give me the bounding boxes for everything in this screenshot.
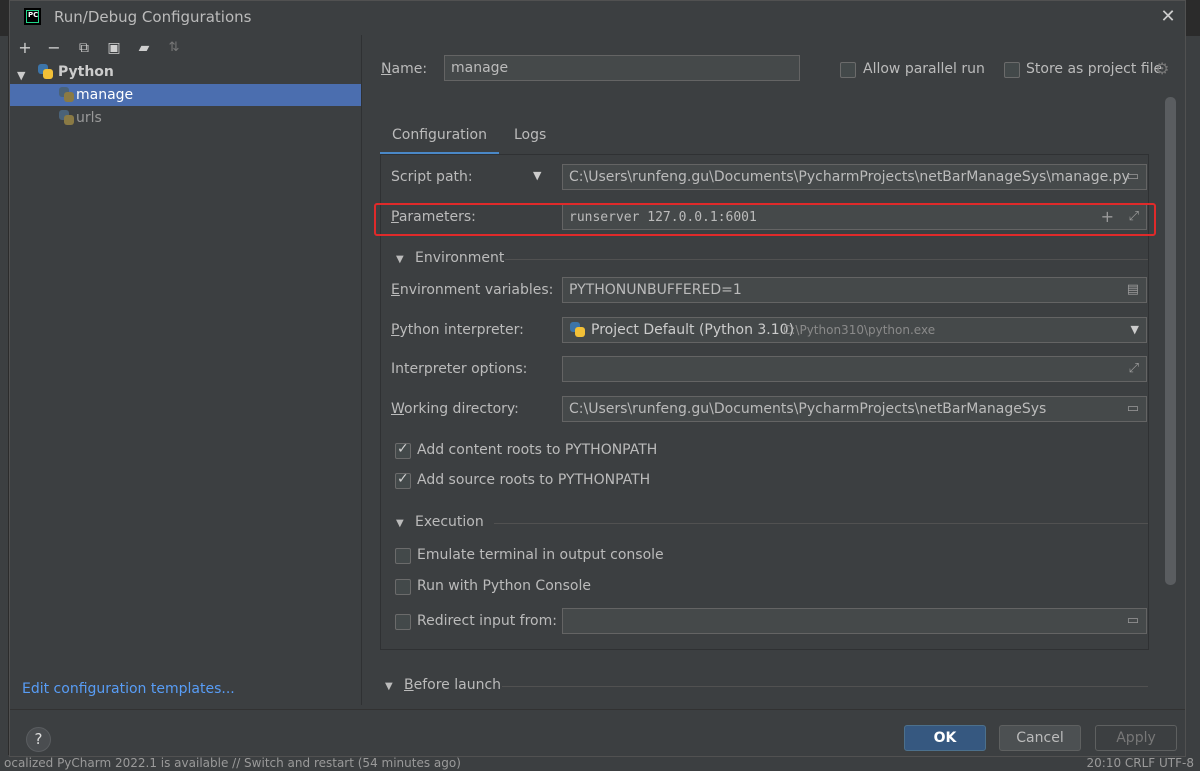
clipboard-icon[interactable]: ▤ (1127, 278, 1139, 302)
expand-icon[interactable]: ⤢ (1129, 357, 1139, 381)
emulate-terminal-label: Emulate terminal in output console (417, 547, 664, 563)
folder-icon[interactable]: ▭ (1127, 165, 1139, 189)
folder-icon[interactable]: ▭ (1127, 609, 1139, 633)
tree-item-urls[interactable]: urls (10, 107, 361, 129)
environment-section-title: Environment (415, 250, 505, 266)
interpreter-value: Project Default (Python 3.10) (591, 322, 795, 338)
interpreter-options-label: Interpreter options: (391, 361, 528, 377)
close-icon[interactable]: ✕ (1158, 7, 1178, 27)
folder-icon[interactable]: ▭ (1127, 397, 1139, 421)
interpreter-options-input[interactable]: ⤢ (562, 356, 1147, 382)
name-input[interactable]: manage (444, 55, 800, 81)
workdir-value: C:\Users\runfeng.gu\Documents\PycharmPro… (569, 401, 1047, 417)
chevron-down-icon[interactable]: ▼ (1131, 318, 1139, 342)
env-vars-label: Environment variables: (391, 282, 554, 298)
add-icon[interactable]: + (14, 37, 36, 59)
section-divider (494, 523, 1148, 524)
copy-icon[interactable]: ⧉ (73, 37, 95, 59)
store-project-checkbox[interactable] (1004, 62, 1020, 78)
cancel-button[interactable]: Cancel (999, 725, 1081, 751)
chevron-down-icon[interactable]: ▼ (385, 681, 393, 692)
remove-icon[interactable]: − (43, 37, 65, 59)
script-path-input[interactable]: C:\Users\runfeng.gu\Documents\PycharmPro… (562, 164, 1147, 190)
edit-templates-link[interactable]: Edit configuration templates... (22, 681, 235, 697)
source-roots-checkbox[interactable] (395, 471, 411, 489)
content-roots-checkbox[interactable] (395, 441, 411, 459)
workdir-label: Working directory: (391, 401, 519, 417)
section-divider (505, 259, 1148, 260)
gear-icon[interactable]: ⚙ (1155, 59, 1169, 78)
python-console-checkbox[interactable] (395, 579, 411, 595)
status-left-text: ocalized PyCharm 2022.1 is available // … (4, 756, 461, 770)
script-path-value: C:\Users\runfeng.gu\Documents\PycharmPro… (569, 169, 1130, 185)
vertical-scrollbar[interactable] (1165, 97, 1176, 585)
tab-configuration[interactable]: Configuration (380, 121, 499, 155)
panel-divider[interactable] (361, 35, 362, 705)
python-icon (570, 322, 585, 337)
new-folder-icon[interactable]: ▰ (133, 37, 155, 59)
python-file-icon (59, 110, 74, 125)
content-roots-label: Add content roots to PYTHONPATH (417, 442, 658, 458)
parameters-highlight-box (374, 203, 1156, 236)
env-vars-input[interactable]: PYTHONUNBUFFERED=1 ▤ (562, 277, 1147, 303)
script-path-label: Script path: (391, 169, 473, 185)
before-launch-title: Before launch (404, 677, 502, 693)
background-ide-right (1186, 36, 1200, 756)
run-debug-dialog: PC Run/Debug Configurations ✕ + − ⧉ ▣ ▰ … (9, 0, 1186, 757)
chevron-down-icon[interactable]: ▼ (396, 254, 404, 265)
apply-button[interactable]: Apply (1095, 725, 1177, 751)
env-vars-value: PYTHONUNBUFFERED=1 (569, 282, 742, 298)
python-console-label: Run with Python Console (417, 578, 592, 594)
footer-divider (10, 709, 1185, 710)
status-right-text: 20:10 CRLF UTF-8 (1086, 756, 1195, 770)
ide-status-bar: ocalized PyCharm 2022.1 is available // … (0, 755, 1200, 771)
tree-item-manage[interactable]: manage (10, 84, 361, 106)
allow-parallel-checkbox[interactable] (840, 62, 856, 78)
script-type-dropdown[interactable]: ▼ (533, 169, 541, 182)
background-ide-left (0, 36, 9, 756)
interpreter-path: C:\Python310\python.exe (783, 323, 936, 337)
pycharm-logo-icon: PC (24, 8, 41, 25)
python-icon (38, 64, 53, 79)
save-icon[interactable]: ▣ (103, 37, 125, 59)
tree-item-label: urls (76, 110, 102, 126)
ok-button[interactable]: OK (904, 725, 986, 751)
dialog-title: Run/Debug Configurations (54, 8, 252, 26)
sort-icon[interactable]: ⇅ (163, 37, 185, 59)
help-icon[interactable]: ? (26, 727, 51, 752)
workdir-input[interactable]: C:\Users\runfeng.gu\Documents\PycharmPro… (562, 396, 1147, 422)
interpreter-select[interactable]: Project Default (Python 3.10) C:\Python3… (562, 317, 1147, 343)
tree-group-label: Python (58, 64, 114, 80)
python-file-icon (59, 87, 74, 102)
redirect-input-label: Redirect input from: (417, 613, 557, 629)
source-roots-label: Add source roots to PYTHONPATH (417, 472, 651, 488)
emulate-terminal-checkbox[interactable] (395, 548, 411, 564)
allow-parallel-label: Allow parallel run (863, 61, 985, 77)
redirect-input-checkbox[interactable] (395, 614, 411, 630)
dialog-titlebar: PC Run/Debug Configurations ✕ (10, 1, 1185, 35)
redirect-input-field[interactable]: ▭ (562, 608, 1147, 634)
store-project-label: Store as project file (1026, 61, 1163, 77)
interpreter-label: Python interpreter: (391, 322, 524, 338)
tree-item-label: manage (76, 87, 134, 103)
tree-group-python[interactable]: ▼ Python (10, 61, 361, 83)
name-label: Name: (381, 61, 428, 77)
execution-section-title: Execution (415, 514, 484, 530)
chevron-down-icon[interactable]: ▼ (396, 518, 404, 529)
section-divider (502, 686, 1148, 687)
tab-logs[interactable]: Logs (514, 121, 546, 155)
